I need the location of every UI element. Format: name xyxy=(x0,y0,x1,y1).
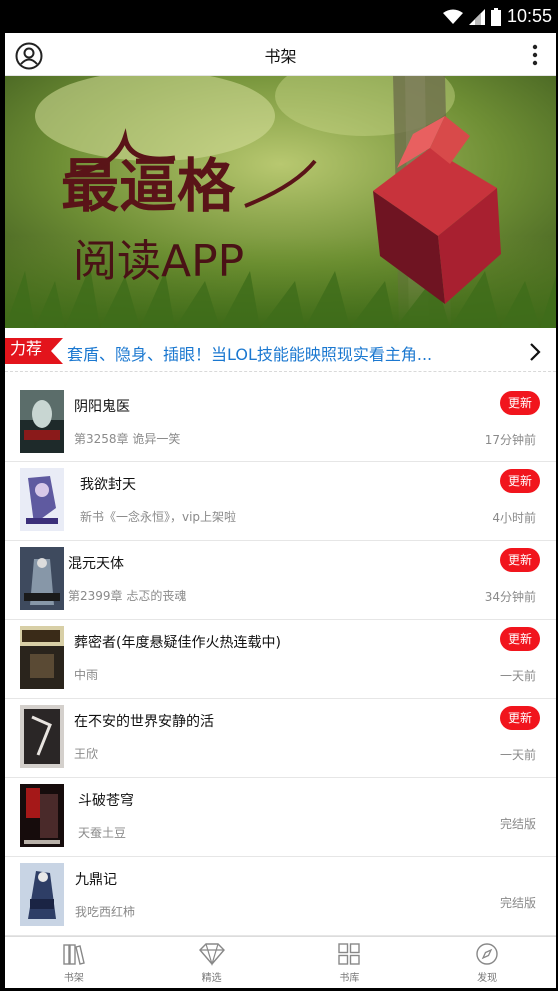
tab-label: 书架 xyxy=(63,973,84,984)
page-title: 书架 xyxy=(264,47,297,66)
book-item[interactable]: 在不安的世界安静的活 王欣 更新 一天前 xyxy=(5,699,556,778)
tab-label: 书库 xyxy=(339,973,360,984)
chevron-right-icon[interactable] xyxy=(528,342,542,362)
book-item[interactable]: 九鼎记 我吃西红柿 完结版 xyxy=(5,857,556,936)
status-time: 10:55 xyxy=(506,6,552,26)
banner-headline: 最逼格 xyxy=(61,152,236,220)
book-author: 天蚕土豆 xyxy=(78,826,127,840)
book-title: 九鼎记 xyxy=(75,872,117,888)
book-cover xyxy=(20,547,64,610)
book-item[interactable]: 阴阳鬼医 第3258章 诡异一笑 更新 17分钟前 xyxy=(5,384,556,462)
recommend-tag: 力荐 xyxy=(10,339,43,358)
book-title: 我欲封天 xyxy=(80,477,136,493)
book-title: 在不安的世界安静的活 xyxy=(74,714,214,730)
book-title: 阴阳鬼医 xyxy=(74,399,130,415)
book-author: 我吃西红柿 xyxy=(75,905,136,919)
promo-banner[interactable]: 最逼格 阅读APP xyxy=(5,76,556,328)
update-badge: 更新 xyxy=(500,469,540,493)
tab-library[interactable]: 书库 xyxy=(281,937,419,988)
book-cover xyxy=(20,863,64,926)
book-cover xyxy=(20,784,64,847)
grid-icon xyxy=(338,943,361,965)
status-icons: 10:55 xyxy=(442,6,552,27)
book-latest: 第3258章 诡异一笑 xyxy=(74,432,181,446)
update-badge: 更新 xyxy=(500,627,540,651)
book-title: 斗破苍穹 xyxy=(78,793,134,809)
recommend-link[interactable]: 套盾、隐身、插眼！当LOL技能能映照现实看主角... xyxy=(67,341,507,365)
tab-featured[interactable]: 精选 xyxy=(143,937,281,988)
app-window: 书架 最逼格 阅读APP 力荐 套盾、隐身、插眼！当LOL技能能映照现实看主角.… xyxy=(5,33,556,988)
recommend-bar[interactable]: 力荐 套盾、隐身、插眼！当LOL技能能映照现实看主角... xyxy=(5,332,556,372)
bottom-tab-bar: 书架 精选 书库 发现 xyxy=(5,936,556,988)
compass-icon xyxy=(476,943,498,965)
book-status: 完结版 xyxy=(499,896,536,910)
book-title: 混元天体 xyxy=(68,556,124,572)
bookshelf-icon xyxy=(63,944,85,965)
update-badge: 更新 xyxy=(500,548,540,572)
tab-label: 发现 xyxy=(477,973,498,984)
wifi-icon xyxy=(442,9,463,24)
top-bar: 书架 xyxy=(5,33,556,76)
banner-art: 最逼格 阅读APP xyxy=(5,76,556,328)
book-time: 4小时前 xyxy=(492,511,536,525)
book-status: 完结版 xyxy=(499,817,536,831)
book-list: 阴阳鬼医 第3258章 诡异一笑 更新 17分钟前 我欲封天 新书《一念永恒》，… xyxy=(5,384,556,936)
banner-subline: 阅读APP xyxy=(73,236,244,287)
more-menu-icon[interactable] xyxy=(524,43,546,67)
book-cover xyxy=(20,626,64,689)
tab-discover[interactable]: 发现 xyxy=(418,937,556,988)
book-latest: 新书《一念永恒》，vip上架啦 xyxy=(80,510,237,524)
book-item[interactable]: 混元天体 第2399章 忐忑的丧魂 更新 34分钟前 xyxy=(5,541,556,620)
book-item[interactable]: 我欲封天 新书《一念永恒》，vip上架啦 更新 4小时前 xyxy=(5,462,556,541)
book-cover xyxy=(20,705,64,768)
tab-label: 精选 xyxy=(201,973,222,984)
book-latest: 第2399章 忐忑的丧魂 xyxy=(68,589,187,603)
diamond-icon xyxy=(198,943,225,966)
book-cover xyxy=(20,390,64,453)
book-item[interactable]: 斗破苍穹 天蚕土豆 完结版 xyxy=(5,778,556,857)
battery-icon xyxy=(490,7,501,26)
book-author: 王欣 xyxy=(74,747,99,761)
book-author: 中雨 xyxy=(74,668,99,682)
book-cover xyxy=(20,468,64,531)
book-time: 一天前 xyxy=(499,669,536,683)
book-time: 34分钟前 xyxy=(484,590,536,604)
book-item[interactable]: 葬密者(年度悬疑佳作火热连载中) 中雨 更新 一天前 xyxy=(5,620,556,699)
book-time: 一天前 xyxy=(499,748,536,762)
signal-icon xyxy=(468,8,485,25)
status-bar: 10:55 xyxy=(0,0,558,33)
update-badge: 更新 xyxy=(500,706,540,730)
book-title: 葬密者(年度悬疑佳作火热连载中) xyxy=(74,635,281,651)
book-time: 17分钟前 xyxy=(484,433,536,447)
update-badge: 更新 xyxy=(500,391,540,415)
tab-bookshelf[interactable]: 书架 xyxy=(5,937,143,988)
